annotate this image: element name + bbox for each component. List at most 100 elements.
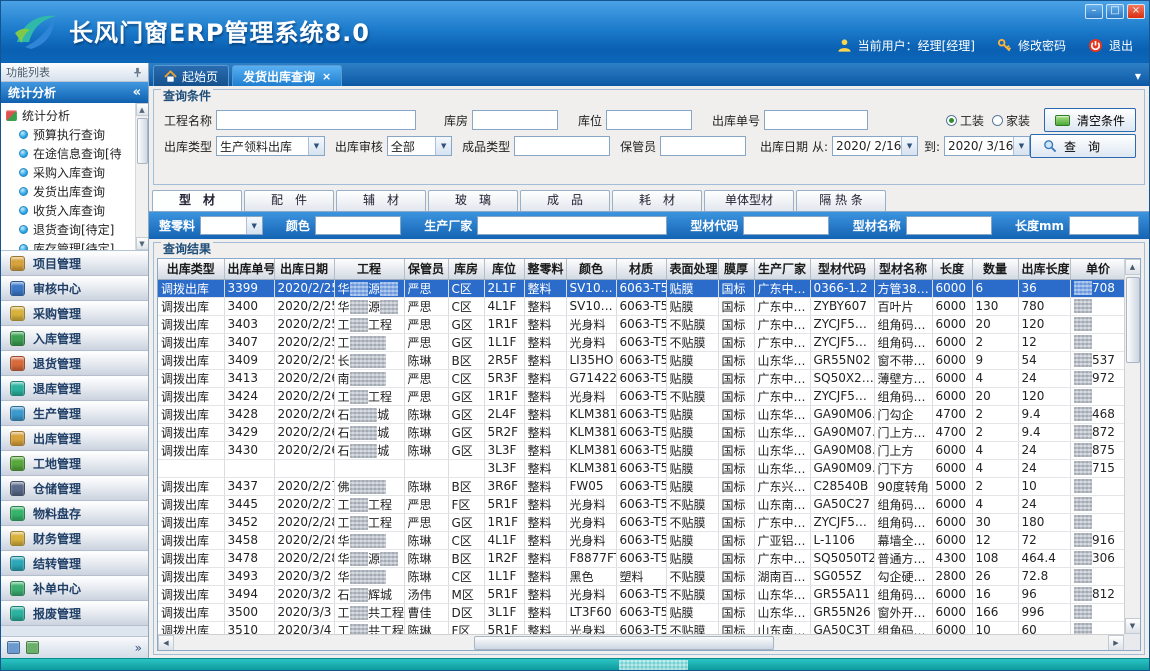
sidebar-menu-item[interactable]: 出库管理 — [1, 426, 148, 451]
table-row[interactable]: 调拨出库34942020/3/2石██辉城汤伟M区5R1F整料光身料6063-T… — [158, 585, 1124, 603]
change-password-button[interactable]: 修改密码 — [1018, 37, 1066, 54]
audit-select[interactable]: 全部 ▼ — [387, 136, 452, 156]
clear-conditions-button[interactable]: 清空条件 — [1044, 108, 1136, 132]
scrollbar-thumb[interactable] — [474, 636, 774, 650]
column-header[interactable]: 出库日期 — [274, 259, 334, 279]
tree-item[interactable]: 在途信息查询[待 — [6, 144, 134, 163]
radio-home[interactable] — [992, 115, 1003, 126]
product-type-input[interactable] — [514, 136, 610, 156]
date-from-picker[interactable]: 2020/ 2/16 ▼ — [832, 136, 918, 156]
column-header[interactable]: 颜色 — [566, 259, 616, 279]
scrollbar-thumb[interactable] — [1126, 277, 1140, 363]
date-to-picker[interactable]: 2020/ 3/16 ▼ — [944, 136, 1030, 156]
outbound-type-select[interactable]: 生产领料出库 ▼ — [216, 136, 325, 156]
tree-item[interactable]: 采购入库查询 — [6, 163, 134, 182]
sidebar-menu-item[interactable]: 退货管理 — [1, 351, 148, 376]
tree-item[interactable]: 退货查询[待定] — [6, 220, 134, 239]
table-row[interactable]: 调拨出库34372020/2/27佛████陈琳B区3R6F整料FW056063… — [158, 477, 1124, 495]
tree-scrollbar[interactable]: ▲ ▼ — [135, 103, 148, 250]
column-header[interactable]: 表面处理 — [666, 259, 718, 279]
pin-icon[interactable] — [132, 67, 143, 78]
material-tab[interactable]: 耗 材 — [612, 190, 702, 211]
tab[interactable]: 起始页 — [153, 65, 229, 86]
material-tab[interactable]: 型 材 — [152, 190, 242, 211]
scroll-down-icon[interactable]: ▼ — [136, 237, 149, 250]
keeper-input[interactable] — [660, 136, 746, 156]
order-no-input[interactable] — [764, 110, 868, 130]
column-header[interactable]: 长度 — [932, 259, 972, 279]
column-header[interactable]: 数量 — [972, 259, 1018, 279]
table-row[interactable]: 调拨出库35002020/3/3工██共工程曹佳D区3L1F整料LT3F6060… — [158, 603, 1124, 621]
color-input[interactable] — [315, 216, 401, 235]
sidebar-menu-item[interactable]: 生产管理 — [1, 401, 148, 426]
manufacturer-input[interactable] — [477, 216, 667, 235]
search-button[interactable]: 查 询 — [1030, 134, 1136, 158]
nav-buttons-icon[interactable] — [7, 641, 20, 654]
column-header[interactable]: 工程 — [334, 259, 404, 279]
column-header[interactable]: 膜厚 — [718, 259, 754, 279]
whole-scrap-select[interactable]: 全部 ▼ — [200, 216, 263, 235]
column-header[interactable]: 出库类型 — [158, 259, 224, 279]
sidebar-menu-item[interactable]: 财务管理 — [1, 526, 148, 551]
table-row[interactable]: 调拨出库34032020/2/25工██工程严思G区1R1F整料光身料6063-… — [158, 315, 1124, 333]
minimize-button[interactable]: – — [1085, 4, 1103, 19]
location-input[interactable] — [606, 110, 692, 130]
sidebar-menu-item[interactable]: 退库管理 — [1, 376, 148, 401]
warehouse-input[interactable] — [472, 110, 558, 130]
close-button[interactable]: × — [1127, 4, 1145, 19]
sidebar-menu-item[interactable]: 采购管理 — [1, 301, 148, 326]
scroll-right-icon[interactable]: ▶ — [1108, 635, 1124, 651]
sidebar-menu-item[interactable]: 仓储管理 — [1, 476, 148, 501]
table-row[interactable]: 调拨出库34092020/2/25长████陈琳B区2R5F整料LI35HO60… — [158, 351, 1124, 369]
tree-item[interactable]: 库存管理[待定] — [6, 239, 134, 251]
sidebar-menu-item[interactable]: 项目管理 — [1, 251, 148, 276]
more-buttons-icon[interactable]: » — [135, 641, 142, 655]
column-header[interactable]: 单价 — [1070, 259, 1124, 279]
table-row[interactable]: 调拨出库34282020/2/26石███城陈琳G区2L4F整料KLM38176… — [158, 405, 1124, 423]
table-row[interactable]: 调拨出库34002020/2/25华██源██严思C区4L1F整料SV10…60… — [158, 297, 1124, 315]
column-header[interactable]: 出库长度 — [1018, 259, 1070, 279]
collapse-icon[interactable]: « — [133, 88, 141, 98]
column-header[interactable]: 型材名称 — [874, 259, 932, 279]
tab-overflow-icon[interactable]: ▼ — [1135, 72, 1141, 81]
table-row[interactable]: 3L3F整料KLM38176063-T5贴膜国标山东华…GA90M09…门下方6… — [158, 459, 1124, 477]
close-tab-icon[interactable]: × — [322, 70, 331, 83]
scroll-up-icon[interactable]: ▲ — [136, 103, 149, 116]
vertical-scrollbar[interactable]: ▲ ▼ — [1124, 259, 1140, 634]
scroll-down-icon[interactable]: ▼ — [1125, 618, 1141, 634]
table-row[interactable]: 调拨出库33992020/2/25华██源██严思C区2L1F整料SV10…60… — [158, 279, 1124, 297]
material-tab[interactable]: 单体型材 — [704, 190, 794, 211]
tree-item[interactable]: 收货入库查询 — [6, 201, 134, 220]
column-header[interactable]: 库位 — [484, 259, 524, 279]
scrollbar-thumb[interactable] — [137, 118, 148, 164]
table-row[interactable]: 调拨出库34242020/2/26工██工程严思G区1R1F整料光身料6063-… — [158, 387, 1124, 405]
table-row[interactable]: 调拨出库34072020/2/25工████严思G区1L1F整料光身料6063-… — [158, 333, 1124, 351]
scroll-up-icon[interactable]: ▲ — [1125, 259, 1141, 275]
tab[interactable]: 发货出库查询 × — [232, 65, 342, 86]
column-header[interactable]: 保管员 — [404, 259, 448, 279]
sidebar-menu-item[interactable]: 报废管理 — [1, 601, 148, 626]
material-tab[interactable]: 隔 热 条 — [796, 190, 886, 211]
material-tab[interactable]: 辅 材 — [336, 190, 426, 211]
column-header[interactable]: 型材代码 — [810, 259, 874, 279]
table-row[interactable]: 调拨出库34302020/2/26石███城陈琳G区3L3F整料KLM38176… — [158, 441, 1124, 459]
horizontal-scrollbar[interactable]: ◀ ▶ — [158, 634, 1124, 650]
table-row[interactable]: 调拨出库34582020/2/28华████陈琳C区4L1F整料光身料6063-… — [158, 531, 1124, 549]
sidebar-section-header[interactable]: 统计分析 « — [1, 82, 148, 103]
profile-code-input[interactable] — [743, 216, 829, 235]
table-row[interactable]: 调拨出库34292020/2/26石███城陈琳G区5R2F整料KLM38176… — [158, 423, 1124, 441]
sidebar-menu-item[interactable]: 审核中心 — [1, 276, 148, 301]
material-tab[interactable]: 成 品 — [520, 190, 610, 211]
maximize-button[interactable]: □ — [1106, 4, 1124, 19]
sidebar-menu-item[interactable]: 结转管理 — [1, 551, 148, 576]
table-row[interactable]: 调拨出库34932020/3/2华████陈琳C区1L1F整料黑色塑料不贴膜国标… — [158, 567, 1124, 585]
column-header[interactable]: 整零料 — [524, 259, 566, 279]
scroll-left-icon[interactable]: ◀ — [158, 635, 174, 651]
tree-item[interactable]: 发货出库查询 — [6, 182, 134, 201]
sidebar-menu-item[interactable]: 入库管理 — [1, 326, 148, 351]
length-input[interactable] — [1069, 216, 1139, 235]
tree-item[interactable]: 预算执行查询 — [6, 125, 134, 144]
logout-button[interactable]: 退出 — [1109, 37, 1133, 54]
column-header[interactable]: 材质 — [616, 259, 666, 279]
project-name-input[interactable] — [216, 110, 416, 130]
